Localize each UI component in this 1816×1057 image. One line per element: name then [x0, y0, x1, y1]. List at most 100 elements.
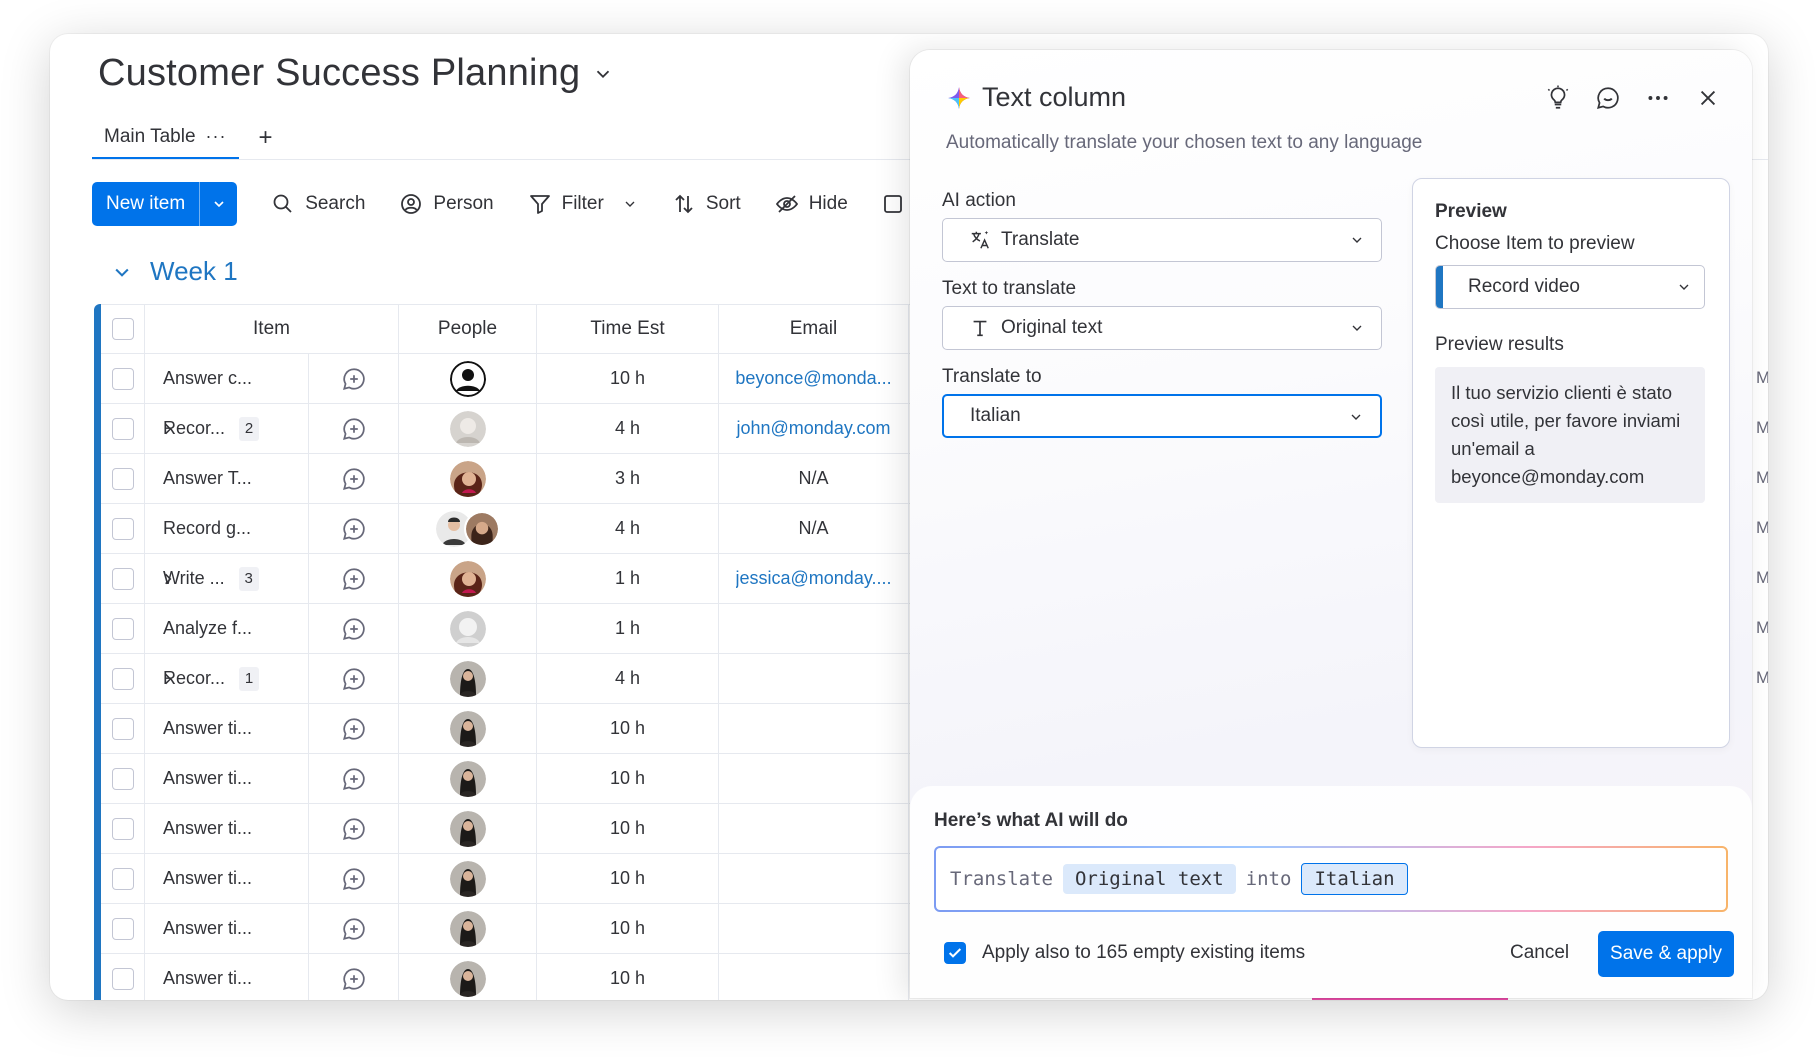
email-cell[interactable]: [719, 904, 909, 953]
email-cell[interactable]: jessica@monday....: [719, 554, 909, 603]
chevron-right-icon[interactable]: [161, 672, 175, 686]
avatar[interactable]: [449, 560, 486, 597]
cancel-button[interactable]: Cancel: [1500, 938, 1579, 968]
avatar[interactable]: [449, 860, 486, 897]
item-cell[interactable]: Answer ti...: [145, 704, 309, 753]
people-cell[interactable]: [399, 754, 537, 803]
hide-button[interactable]: Hide: [775, 192, 848, 216]
row-checkbox[interactable]: [111, 567, 134, 590]
updates-cell[interactable]: [309, 554, 399, 603]
filter-button[interactable]: Filter: [528, 192, 638, 216]
updates-cell[interactable]: [309, 804, 399, 853]
email-cell[interactable]: [719, 704, 909, 753]
subitem-count-badge[interactable]: 1: [239, 666, 260, 691]
column-header-time-est[interactable]: Time Est: [537, 305, 719, 353]
item-cell[interactable]: Record g...: [145, 504, 309, 553]
group-by-button[interactable]: [882, 192, 906, 216]
row-checkbox[interactable]: [111, 467, 134, 490]
lightbulb-icon[interactable]: [1544, 84, 1572, 112]
translate-to-select[interactable]: Italian: [942, 394, 1382, 438]
time-est-cell[interactable]: 10 h: [537, 704, 719, 753]
people-cell[interactable]: [399, 454, 537, 503]
item-cell[interactable]: Recor... 1: [145, 654, 309, 703]
updates-cell[interactable]: [309, 454, 399, 503]
row-checkbox[interactable]: [111, 767, 134, 790]
row-checkbox[interactable]: [111, 367, 134, 390]
ai-action-select[interactable]: Translate: [942, 218, 1382, 262]
item-cell[interactable]: Recor... 2: [145, 404, 309, 453]
board-title[interactable]: Customer Success Planning: [98, 52, 580, 95]
item-cell[interactable]: Answer ti...: [145, 904, 309, 953]
updates-cell[interactable]: [309, 904, 399, 953]
email-link[interactable]: jessica@monday....: [736, 568, 892, 589]
person-filter-button[interactable]: Person: [399, 192, 494, 216]
email-cell[interactable]: [719, 954, 909, 1000]
subitem-count-badge[interactable]: 3: [238, 566, 259, 591]
item-cell[interactable]: Answer ti...: [145, 954, 309, 1000]
chevron-down-icon[interactable]: [592, 63, 614, 85]
formula-chip-source[interactable]: Original text: [1062, 864, 1236, 894]
updates-cell[interactable]: [309, 854, 399, 903]
feedback-icon[interactable]: [1594, 84, 1622, 112]
updates-cell[interactable]: [309, 354, 399, 403]
time-est-cell[interactable]: 4 h: [537, 654, 719, 703]
row-checkbox[interactable]: [111, 617, 134, 640]
group-header[interactable]: Week 1: [112, 256, 238, 287]
updates-cell[interactable]: [309, 754, 399, 803]
avatar-group[interactable]: [435, 510, 500, 547]
preview-item-select[interactable]: Record video: [1435, 265, 1705, 309]
chevron-down-icon[interactable]: [112, 262, 132, 282]
people-cell[interactable]: [399, 804, 537, 853]
email-cell[interactable]: [719, 654, 909, 703]
people-cell[interactable]: [399, 604, 537, 653]
avatar[interactable]: [449, 810, 486, 847]
email-cell[interactable]: beyonce@monda...: [719, 354, 909, 403]
apply-existing-checkbox[interactable]: [944, 942, 966, 964]
time-est-cell[interactable]: 3 h: [537, 454, 719, 503]
people-cell[interactable]: [399, 954, 537, 1000]
updates-cell[interactable]: [309, 404, 399, 453]
row-checkbox[interactable]: [111, 517, 134, 540]
avatar[interactable]: [449, 610, 486, 647]
row-checkbox[interactable]: [111, 417, 134, 440]
save-apply-button[interactable]: Save & apply: [1598, 931, 1734, 977]
item-cell[interactable]: Answer T...: [145, 454, 309, 503]
people-cell[interactable]: [399, 554, 537, 603]
item-cell[interactable]: Answer c...: [145, 354, 309, 403]
people-cell[interactable]: [399, 504, 537, 553]
avatar[interactable]: [449, 460, 486, 497]
subitem-count-badge[interactable]: 2: [239, 416, 260, 441]
column-header-item[interactable]: Item: [145, 305, 399, 353]
more-icon[interactable]: [1644, 84, 1672, 112]
new-item-dropdown[interactable]: [199, 182, 237, 226]
group-title[interactable]: Week 1: [150, 256, 238, 287]
email-cell[interactable]: john@monday.com: [719, 404, 909, 453]
chevron-right-icon[interactable]: [161, 572, 175, 586]
time-est-cell[interactable]: 4 h: [537, 404, 719, 453]
text-to-translate-select[interactable]: Original text: [942, 306, 1382, 350]
more-icon[interactable]: ···: [206, 126, 227, 147]
item-cell[interactable]: Write ... 3: [145, 554, 309, 603]
updates-cell[interactable]: [309, 654, 399, 703]
sort-button[interactable]: Sort: [672, 192, 741, 216]
email-link[interactable]: beyonce@monda...: [735, 368, 891, 389]
chevron-right-icon[interactable]: [161, 422, 175, 436]
time-est-cell[interactable]: 10 h: [537, 804, 719, 853]
row-checkbox[interactable]: [111, 917, 134, 940]
updates-cell[interactable]: [309, 704, 399, 753]
select-all-checkbox[interactable]: [111, 318, 134, 340]
time-est-cell[interactable]: 4 h: [537, 504, 719, 553]
updates-cell[interactable]: [309, 604, 399, 653]
avatar[interactable]: [449, 360, 486, 397]
column-header-email[interactable]: Email: [719, 305, 909, 353]
row-checkbox[interactable]: [111, 717, 134, 740]
avatar[interactable]: [449, 960, 486, 997]
item-cell[interactable]: Answer ti...: [145, 854, 309, 903]
row-checkbox[interactable]: [111, 667, 134, 690]
email-cell[interactable]: [719, 754, 909, 803]
row-checkbox[interactable]: [111, 867, 134, 890]
email-cell[interactable]: [719, 804, 909, 853]
email-cell[interactable]: [719, 604, 909, 653]
time-est-cell[interactable]: 10 h: [537, 854, 719, 903]
item-cell[interactable]: Answer ti...: [145, 754, 309, 803]
